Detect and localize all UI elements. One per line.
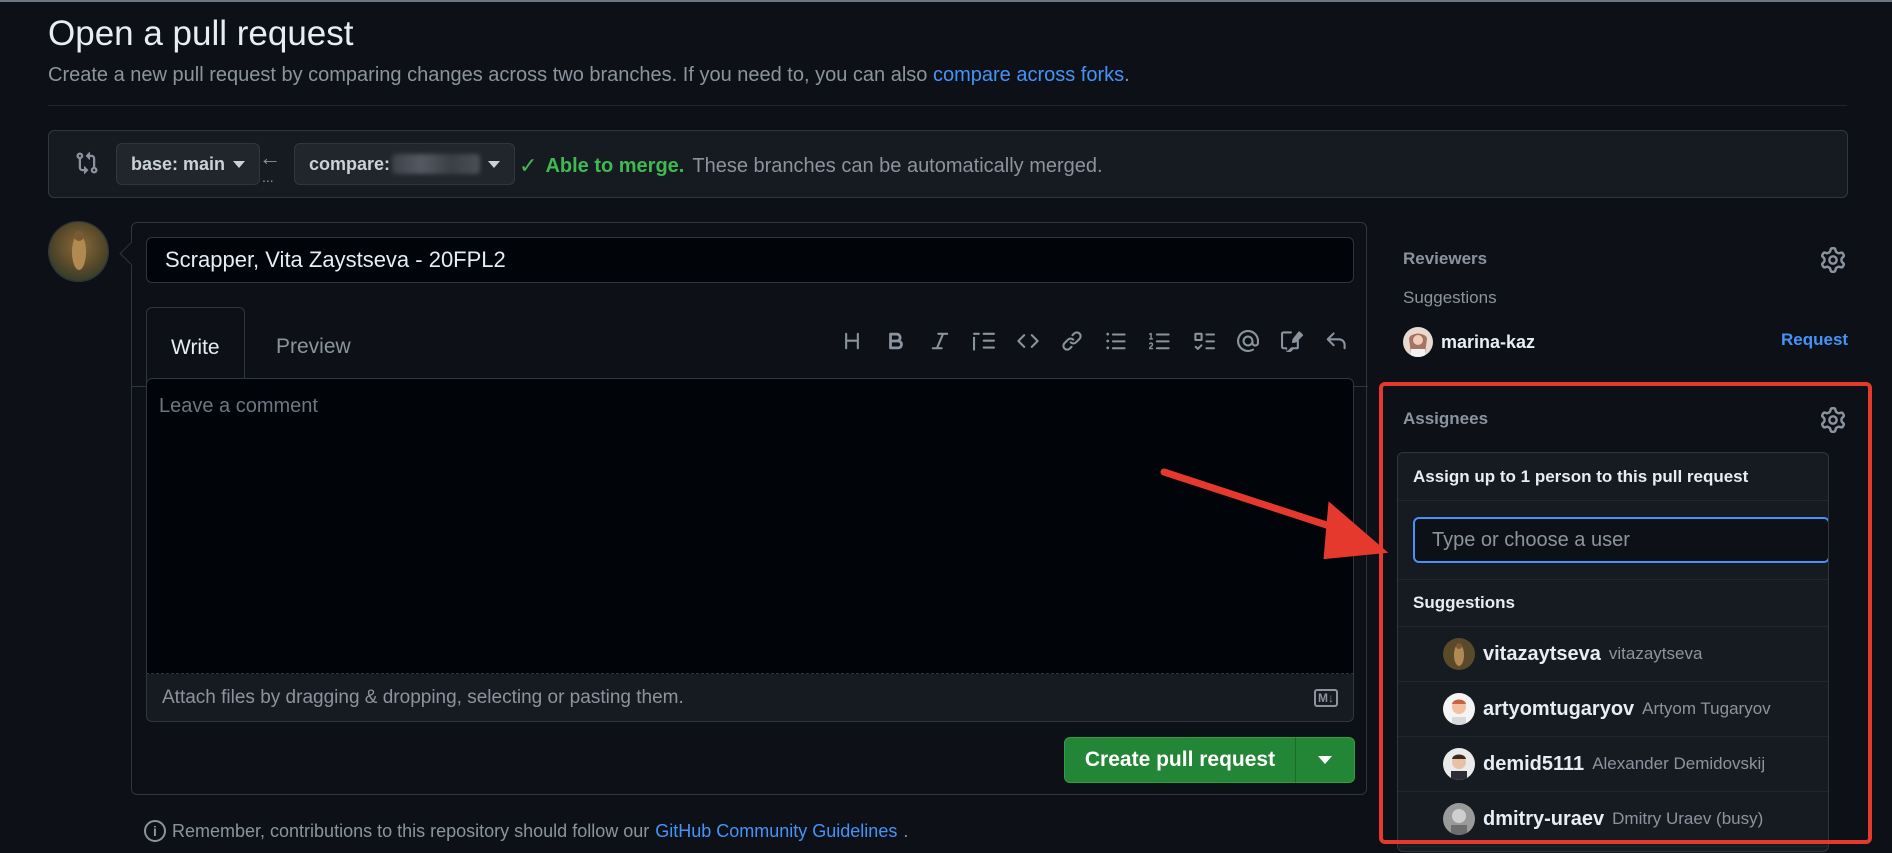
bold-icon[interactable] xyxy=(884,329,908,353)
merge-message: These branches can be automatically merg… xyxy=(692,154,1103,177)
create-pull-request-button[interactable]: Create pull request xyxy=(1064,737,1296,783)
attach-files-bar[interactable]: Attach files by dragging & dropping, sel… xyxy=(146,674,1354,722)
merge-status: ✓ Able to merge. These branches can be a… xyxy=(519,153,1103,179)
subtitle-text: Create a new pull request by comparing c… xyxy=(48,64,933,86)
create-options-dropdown[interactable] xyxy=(1295,737,1355,783)
suggested-reviewer: marina-kaz xyxy=(1403,327,1535,357)
chevron-down-icon xyxy=(233,160,246,168)
editor-tabs: Write Preview xyxy=(132,307,1368,388)
markdown-icon[interactable]: M↓ xyxy=(1314,688,1338,707)
page-subtitle: Create a new pull request by comparing c… xyxy=(48,64,1130,87)
annotation-highlight-box xyxy=(1379,382,1872,844)
reference-icon[interactable] xyxy=(1280,329,1304,353)
mention-icon[interactable] xyxy=(1236,329,1260,353)
attach-text: Attach files by dragging & dropping, sel… xyxy=(162,686,684,708)
compare-branch-select[interactable]: compare: xyxy=(294,143,516,185)
header-divider xyxy=(48,105,1847,106)
git-compare-icon xyxy=(75,151,99,175)
quote-icon[interactable] xyxy=(972,329,996,353)
guidelines-suffix: . xyxy=(903,820,909,841)
unordered-list-icon[interactable] xyxy=(1104,329,1128,353)
task-list-icon[interactable] xyxy=(1192,329,1216,353)
markdown-toolbar xyxy=(840,329,1348,353)
check-icon: ✓ xyxy=(519,153,538,178)
branch-dots: ... xyxy=(262,169,274,185)
pr-title-input[interactable]: Scrapper, Vita Zaystseva - 20FPL2 xyxy=(146,237,1354,283)
annotation-arrow-icon xyxy=(1160,468,1389,560)
heading-icon[interactable] xyxy=(840,329,864,353)
compare-branch-label: compare: xyxy=(309,153,391,174)
compare-bar: base: main ← ... compare: ✓ Able to merg… xyxy=(48,130,1848,198)
tab-write[interactable]: Write xyxy=(146,307,245,388)
code-icon[interactable] xyxy=(1016,329,1040,353)
info-icon: i xyxy=(144,820,166,842)
link-icon[interactable] xyxy=(1060,329,1084,353)
merge-ok-text: Able to merge. xyxy=(545,154,685,177)
avatar xyxy=(1403,327,1433,357)
base-branch-select[interactable]: base: main xyxy=(116,143,261,185)
request-review-button[interactable]: Request xyxy=(1781,330,1848,350)
guidelines-text: Remember, contributions to this reposito… xyxy=(172,820,650,841)
compare-across-forks-link[interactable]: compare across forks xyxy=(933,64,1124,86)
italic-icon[interactable] xyxy=(928,329,952,353)
author-avatar[interactable] xyxy=(48,221,109,282)
page-title: Open a pull request xyxy=(48,14,354,53)
chevron-down-icon xyxy=(488,160,501,168)
reviewer-suggestions-label: Suggestions xyxy=(1403,288,1497,307)
community-guidelines-link[interactable]: GitHub Community Guidelines xyxy=(655,821,897,842)
reply-icon[interactable] xyxy=(1324,329,1348,353)
guidelines-note: i Remember, contributions to this reposi… xyxy=(144,820,908,842)
gear-icon[interactable] xyxy=(1820,247,1846,273)
reviewer-username: marina-kaz xyxy=(1441,331,1536,352)
base-branch-label: base: main xyxy=(131,153,226,174)
ordered-list-icon[interactable] xyxy=(1148,329,1172,353)
subtitle-suffix: . xyxy=(1124,64,1130,86)
arrow-left-icon: ← xyxy=(259,145,281,170)
tab-preview[interactable]: Preview xyxy=(252,307,375,387)
reviewers-label: Reviewers xyxy=(1403,249,1488,268)
chevron-down-icon xyxy=(1318,756,1332,764)
redacted-branch-name xyxy=(392,154,481,174)
